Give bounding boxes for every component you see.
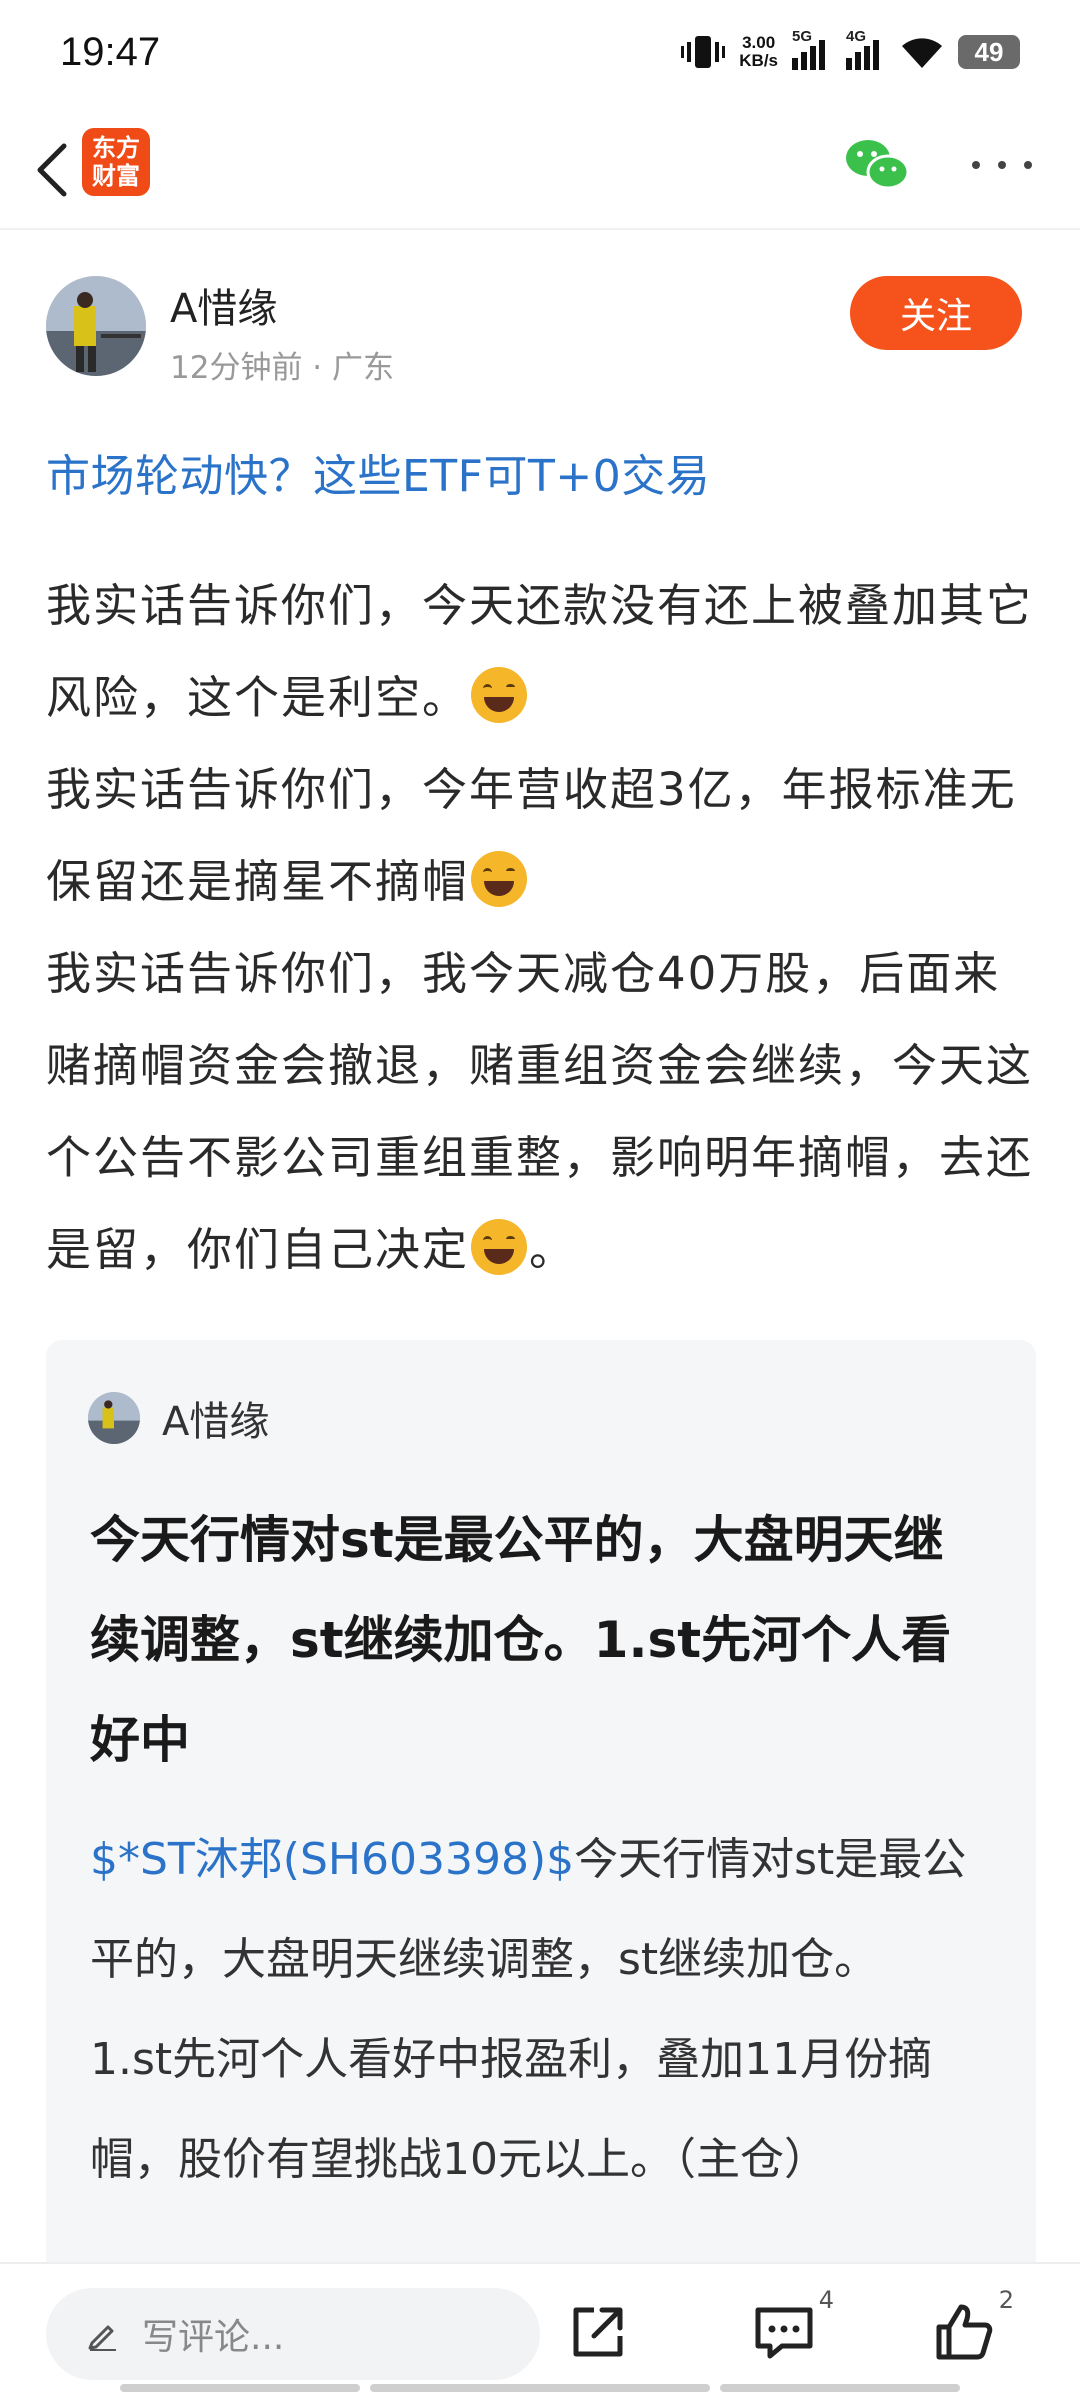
author-row: A惜缘 12分钟前 · 广东 关注 bbox=[46, 276, 1036, 386]
net-speed-unit: KB/s bbox=[739, 51, 778, 70]
stock-link[interactable]: $*ST沐邦(SH603398)$ bbox=[90, 1834, 574, 1885]
post-paragraph-2: 我实话告诉你们，今年营收超3亿，年报标准无保留还是摘星不摘帽 bbox=[46, 763, 1017, 908]
quoted-body-2: 1.st先河个人看好中报盈利，叠加11月份摘帽，股价有望挑战10元以上。（主仓） bbox=[90, 2034, 933, 2185]
wechat-icon bbox=[846, 140, 910, 190]
signal-4g-label: 4G bbox=[846, 28, 867, 45]
comment-input[interactable]: 写评论... bbox=[46, 2288, 540, 2380]
post-paragraph-1: 我实话告诉你们，今天还款没有还上被叠加其它风险，这个是利空。 bbox=[46, 579, 1034, 724]
more-dot bbox=[1024, 161, 1032, 169]
quoted-post-title: 今天行情对st是最公平的，大盘明天继续调整，st继续加仓。1.st先河个人看好中 bbox=[90, 1511, 952, 1769]
app-logo-line2: 财富 bbox=[92, 162, 140, 190]
signal-5g-label: 5G bbox=[792, 28, 813, 45]
net-speed: 3.00 KB/s bbox=[739, 34, 778, 70]
author-name[interactable]: A惜缘 bbox=[170, 276, 277, 334]
author-avatar[interactable] bbox=[46, 276, 146, 376]
wifi-icon bbox=[902, 38, 942, 68]
post-paragraph: 我实话告诉你们，今天还款没有还上被叠加其它风险，这个是利空。 bbox=[46, 560, 1036, 744]
bottom-action-bar: 写评论... 4 2 bbox=[0, 2262, 1080, 2400]
quoted-author: A惜缘 bbox=[88, 1390, 269, 1446]
share-button[interactable] bbox=[562, 2296, 634, 2368]
back-button[interactable] bbox=[22, 130, 82, 210]
avatar-photo bbox=[88, 1392, 140, 1444]
status-icons: 3.00 KB/s 5G 4G 49 bbox=[681, 28, 1020, 72]
more-menu-button[interactable] bbox=[972, 150, 1032, 180]
signal-5g-icon: 5G bbox=[792, 28, 832, 70]
grin-emoji-icon bbox=[471, 851, 528, 907]
comment-placeholder: 写评论... bbox=[142, 2317, 285, 2358]
quoted-post-card[interactable]: A惜缘 今天行情对st是最公平的，大盘明天继续调整，st继续加仓。1.st先河个… bbox=[46, 1340, 1036, 2400]
more-dot bbox=[998, 161, 1006, 169]
net-speed-value: 3.00 bbox=[742, 33, 776, 52]
like-icon bbox=[936, 2304, 993, 2360]
back-arrow-icon bbox=[37, 143, 67, 197]
quoted-author-avatar bbox=[88, 1392, 140, 1444]
quoted-post-body: $*ST沐邦(SH603398)$今天行情对st是最公平的，大盘明天继续调整，s… bbox=[90, 1810, 990, 2210]
smirk-emoji-icon bbox=[471, 1219, 528, 1275]
battery-indicator: 49 bbox=[958, 35, 1020, 69]
wechat-share-button[interactable] bbox=[844, 138, 910, 192]
quoted-author-name: A惜缘 bbox=[162, 1399, 270, 1445]
comment-button[interactable]: 4 bbox=[748, 2286, 834, 2368]
laughing-emoji-icon bbox=[471, 667, 528, 723]
status-bar: 19:47 3.00 KB/s 5G 4G 49 bbox=[0, 0, 1080, 110]
share-icon bbox=[573, 2307, 623, 2357]
status-time: 19:47 bbox=[60, 30, 161, 74]
post-paragraph: 我实话告诉你们，我今天减仓40万股，后面来赌摘帽资金会撤退，赌重组资金会继续，今… bbox=[46, 928, 1036, 1296]
comment-count: 4 bbox=[818, 2286, 834, 2314]
signal-4g-icon: 4G bbox=[846, 28, 886, 70]
like-button[interactable]: 2 bbox=[928, 2286, 1014, 2368]
pencil-icon bbox=[88, 2325, 116, 2351]
follow-button[interactable]: 关注 bbox=[850, 276, 1022, 350]
more-dots-icon bbox=[972, 161, 980, 169]
post-body: 我实话告诉你们，今天还款没有还上被叠加其它风险，这个是利空。 我实话告诉你们，今… bbox=[46, 560, 1036, 1296]
comment-icon bbox=[755, 2307, 813, 2359]
like-count: 2 bbox=[998, 2286, 1014, 2314]
vibrate-icon bbox=[681, 36, 726, 68]
promo-title-link[interactable]: 市场轮动快？这些ETF可T+0交易 bbox=[46, 440, 710, 504]
post-meta: 12分钟前 · 广东 bbox=[170, 350, 395, 386]
post-paragraph: 我实话告诉你们，今年营收超3亿，年报标准无保留还是摘星不摘帽 bbox=[46, 744, 1036, 928]
app-bar: 东方 财富 bbox=[0, 110, 1080, 230]
avatar-photo bbox=[46, 276, 146, 376]
app-logo-line1: 东方 bbox=[92, 134, 140, 162]
post-paragraph-3-end: 。 bbox=[529, 1223, 577, 1276]
home-indicator[interactable] bbox=[120, 2384, 960, 2392]
app-logo[interactable]: 东方 财富 bbox=[82, 128, 150, 196]
